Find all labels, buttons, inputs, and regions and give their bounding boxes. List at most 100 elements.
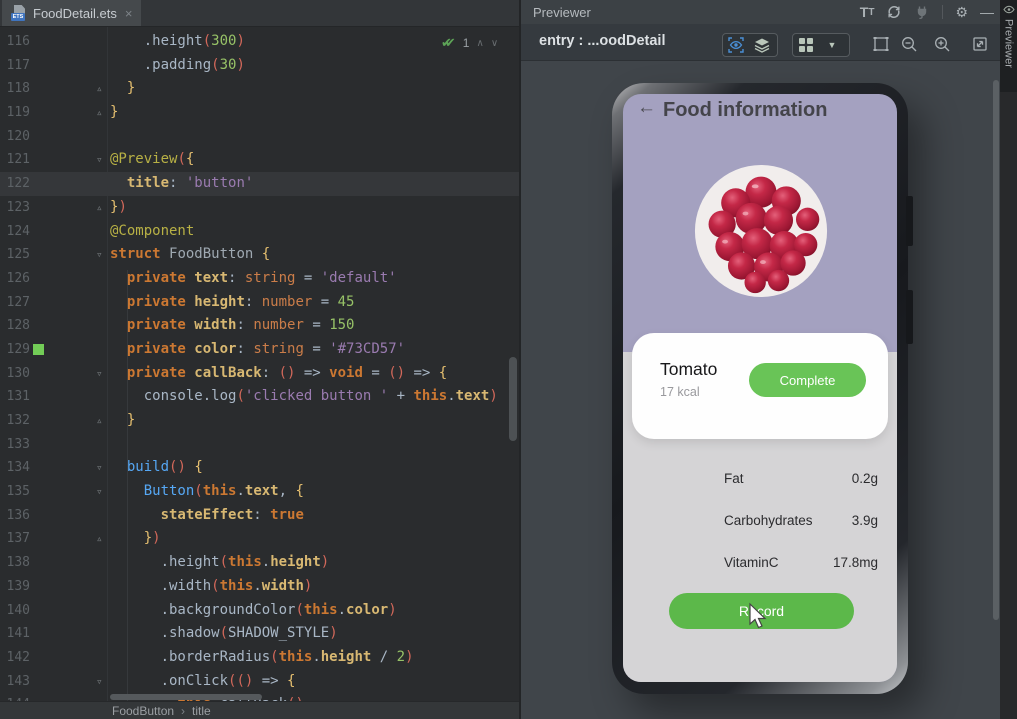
code-line[interactable]: 142 .borderRadius(this.height / 2) [0, 646, 519, 670]
line-number[interactable]: 144 [0, 693, 30, 701]
fold-marker-icon[interactable]: ▵ [96, 77, 103, 101]
line-number[interactable]: 130 [0, 362, 30, 386]
line-number[interactable]: 143 [0, 670, 30, 694]
line-number[interactable]: 125 [0, 243, 30, 267]
fold-marker-icon[interactable]: ▵ [96, 101, 103, 125]
inspect-eye-icon[interactable] [723, 35, 749, 55]
code-line[interactable]: 132 ▵ } [0, 409, 519, 433]
code-line[interactable]: 138 .height(this.height) [0, 551, 519, 575]
line-number[interactable]: 140 [0, 599, 30, 623]
line-number[interactable]: 124 [0, 220, 30, 244]
line-number[interactable]: 122 [0, 172, 30, 196]
complete-button[interactable]: Complete [749, 363, 866, 397]
code-line[interactable]: 126 private text: string = 'default' [0, 267, 519, 291]
code-line[interactable]: 143 ▿ .onClick(() => { [0, 670, 519, 694]
code-line[interactable]: 140 .backgroundColor(this.color) [0, 599, 519, 623]
connect-plug-icon[interactable] [914, 4, 930, 20]
code-line[interactable]: 141 .shadow(SHADOW_STYLE) [0, 622, 519, 646]
close-icon[interactable]: × [125, 6, 133, 21]
breadcrumb-item[interactable]: title [192, 704, 211, 718]
code-line[interactable]: 124 @Component [0, 220, 519, 244]
code-line[interactable]: 125 ▿ struct FoodButton { [0, 243, 519, 267]
line-number[interactable]: 133 [0, 433, 30, 457]
line-number[interactable]: 131 [0, 385, 30, 409]
tab-fooddetail[interactable]: ETS FoodDetail.ets × [2, 0, 142, 26]
breadcrumb-item[interactable]: FoodButton [112, 704, 174, 718]
fold-marker-icon[interactable]: ▵ [96, 409, 103, 433]
code-lines[interactable]: 116 .height(300) 117 .padding(30) 118 ▵ } 11… [0, 30, 519, 701]
code-line[interactable]: 137 ▵ }) [0, 527, 519, 551]
line-number[interactable]: 116 [0, 30, 30, 54]
previewer-vertical-scrollbar[interactable] [993, 80, 999, 620]
nutrition-label: Fat [724, 471, 744, 486]
editor-horizontal-scrollbar[interactable] [110, 694, 262, 700]
fit-screen-icon[interactable] [971, 35, 989, 53]
code-line[interactable]: 136 stateEffect: true [0, 504, 519, 528]
code-line[interactable]: 135 ▿ Button(this.text, { [0, 480, 519, 504]
fold-marker-icon[interactable]: ▿ [96, 456, 103, 480]
code-line[interactable]: 131 console.log('clicked button ' + this… [0, 385, 519, 409]
line-number[interactable]: 142 [0, 646, 30, 670]
line-number[interactable]: 121 [0, 148, 30, 172]
line-number[interactable]: 118 [0, 77, 30, 101]
previewer-side-tab[interactable]: Previewer [1000, 0, 1017, 92]
code-line[interactable]: 122 title: 'button' [0, 172, 519, 196]
line-number[interactable]: 134 [0, 456, 30, 480]
settings-gear-icon[interactable]: ⚙ [955, 4, 968, 21]
line-number[interactable]: 117 [0, 54, 30, 78]
code-line[interactable]: 128 private width: number = 150 [0, 314, 519, 338]
fold-marker-icon[interactable]: ▵ [96, 527, 103, 551]
fold-marker-icon[interactable]: ▿ [96, 480, 103, 504]
inspection-widget[interactable]: ✔✔ 1 ∧ ∨ [441, 35, 498, 51]
code-text: }) [110, 198, 127, 215]
color-swatch[interactable] [33, 343, 44, 355]
line-number[interactable]: 137 [0, 527, 30, 551]
code-editor[interactable]: 116 .height(300) 117 .padding(30) 118 ▵ } 11… [0, 27, 519, 701]
grid-view-icon[interactable] [793, 35, 819, 55]
code-line[interactable]: 117 .padding(30) [0, 54, 519, 78]
code-line[interactable]: 121 ▿ @Preview({ [0, 148, 519, 172]
code-text: @Component [110, 222, 195, 239]
fold-marker-icon[interactable]: ▿ [96, 362, 103, 386]
line-number[interactable]: 128 [0, 314, 30, 338]
line-number[interactable]: 136 [0, 504, 30, 528]
code-line[interactable]: 123 ▵}) [0, 196, 519, 220]
line-number[interactable]: 138 [0, 551, 30, 575]
next-problem-icon[interactable]: ∨ [491, 38, 498, 49]
line-number[interactable]: 123 [0, 196, 30, 220]
code-line[interactable]: 134 ▿ build() { [0, 456, 519, 480]
code-line[interactable]: 127 private height: number = 45 [0, 291, 519, 315]
fold-marker-icon[interactable]: ▿ [96, 670, 103, 694]
code-line[interactable]: 139 .width(this.width) [0, 575, 519, 599]
code-line[interactable]: 129 private color: string = '#73CD57' [0, 338, 519, 362]
back-arrow-icon[interactable]: ← [637, 97, 656, 119]
line-number[interactable]: 135 [0, 480, 30, 504]
line-number[interactable]: 139 [0, 575, 30, 599]
layers-icon[interactable] [749, 35, 775, 55]
dropdown-arrow-icon[interactable]: ▼ [819, 35, 845, 55]
text-scale-icon[interactable]: TT [860, 4, 875, 20]
line-number[interactable]: 132 [0, 409, 30, 433]
fold-marker-icon[interactable]: ▿ [96, 243, 103, 267]
zoom-in-icon[interactable] [933, 35, 951, 53]
line-number[interactable]: 141 [0, 622, 30, 646]
line-number[interactable]: 120 [0, 125, 30, 149]
code-text: } [126, 412, 136, 428]
line-number[interactable]: 126 [0, 267, 30, 291]
line-number[interactable]: 127 [0, 291, 30, 315]
code-line[interactable]: 118 ▵ } [0, 77, 519, 101]
fold-marker-icon[interactable]: ▵ [96, 196, 103, 220]
code-line[interactable]: 130 ▿ private callBack: () => void = () =… [0, 362, 519, 386]
frame-select-icon[interactable] [872, 35, 890, 53]
minimize-icon[interactable]: — [980, 4, 994, 20]
code-line[interactable]: 133 [0, 433, 519, 457]
zoom-out-icon[interactable] [900, 35, 918, 53]
line-number[interactable]: 119 [0, 101, 30, 125]
fold-marker-icon[interactable]: ▿ [96, 148, 103, 172]
refresh-icon[interactable] [886, 4, 902, 20]
editor-vertical-scrollbar[interactable] [509, 357, 517, 441]
code-line[interactable]: 119 ▵} [0, 101, 519, 125]
prev-problem-icon[interactable]: ∧ [476, 38, 483, 49]
line-number[interactable]: 129 [0, 338, 30, 362]
code-line[interactable]: 120 [0, 125, 519, 149]
